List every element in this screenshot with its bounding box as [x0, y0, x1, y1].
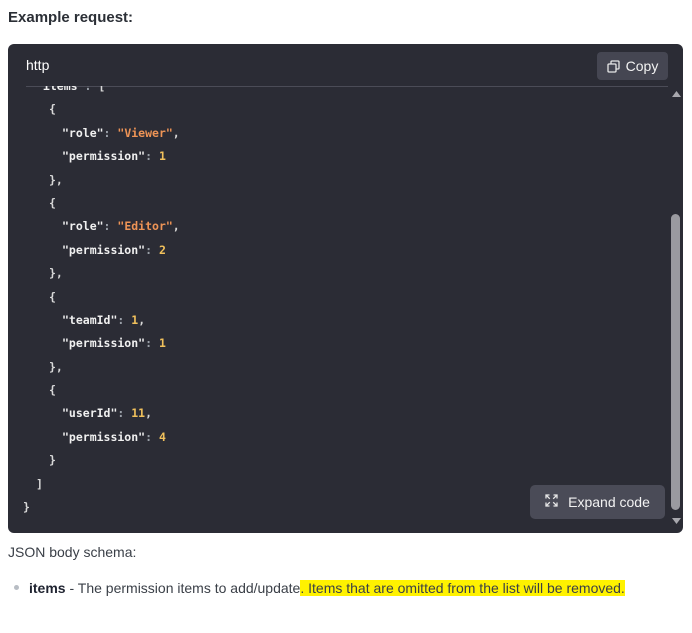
code-token: } — [23, 500, 30, 515]
list-bullet — [14, 585, 19, 590]
code-line: "userId": 11, — [8, 402, 180, 425]
code-line: "items": [ — [8, 86, 180, 98]
code-token: : — [117, 406, 132, 421]
code-token: }, — [49, 266, 63, 281]
code-token: } — [49, 453, 56, 468]
code-token: : — [103, 125, 118, 140]
code-line: "teamId": 1, — [8, 309, 180, 332]
code-line: }, — [8, 169, 180, 192]
code-token: : — [145, 336, 159, 351]
code-token: , — [172, 219, 180, 234]
code-line: { — [8, 379, 180, 402]
code-token: [ — [98, 86, 106, 93]
code-token: "items" — [36, 86, 85, 93]
code-token: { — [49, 289, 56, 304]
code-token: : — [117, 312, 132, 327]
expand-icon — [545, 494, 558, 510]
code-token: "permission" — [62, 429, 146, 444]
code-line: }, — [8, 262, 180, 285]
code-token: 11 — [131, 406, 146, 421]
schema-item-description: The permission items to add/update — [77, 580, 301, 596]
scrollbar-thumb[interactable] — [671, 214, 680, 510]
code-line: }, — [8, 356, 180, 379]
code-token: : — [145, 429, 159, 444]
code-token: 2 — [158, 242, 166, 257]
highlighted-text: . Items that are omitted from the list w… — [300, 580, 625, 596]
code-token: 1 — [158, 149, 166, 164]
code-scroll-area[interactable]: "items": [{"role": "Viewer", "permission"… — [8, 86, 668, 533]
expand-code-button[interactable]: Expand code — [530, 485, 665, 519]
chevron-down-icon — [671, 518, 681, 524]
code-token: { — [49, 383, 56, 398]
code-token: "permission" — [62, 149, 146, 164]
code-content: "items": [{"role": "Viewer", "permission"… — [8, 86, 180, 519]
schema-item-name: items — [29, 580, 66, 596]
copy-icon — [607, 59, 620, 73]
code-line: { — [8, 192, 180, 215]
code-token: : — [84, 86, 99, 93]
code-token: 1 — [158, 336, 166, 351]
chevron-up-icon — [671, 91, 681, 97]
code-line: "permission": 4 — [8, 426, 180, 449]
code-token: 4 — [158, 429, 166, 444]
code-token: }, — [49, 359, 63, 374]
expand-code-label: Expand code — [568, 494, 650, 510]
code-line: "role": "Viewer", — [8, 122, 180, 145]
code-token: { — [49, 102, 56, 117]
code-block: http Copy "items": [{"role": "Viewer", "p… — [8, 44, 683, 533]
json-body-schema-label: JSON body schema: — [8, 544, 137, 560]
code-token: "Viewer" — [117, 125, 173, 140]
code-token: ] — [36, 476, 43, 491]
code-token: "userId" — [62, 406, 118, 421]
code-line: { — [8, 286, 180, 309]
code-token: : — [145, 149, 159, 164]
code-line: { — [8, 98, 180, 121]
code-token: "permission" — [62, 336, 146, 351]
code-token: "teamId" — [62, 312, 118, 327]
code-token: , — [145, 406, 153, 421]
code-token: { — [49, 195, 56, 210]
copy-button-label: Copy — [625, 58, 659, 74]
code-token: "permission" — [62, 242, 146, 257]
code-token: , — [138, 312, 146, 327]
code-line: } — [8, 449, 180, 472]
copy-button[interactable]: Copy — [597, 52, 668, 80]
code-token: : — [145, 242, 159, 257]
scroll-down-button[interactable] — [669, 514, 683, 528]
code-line: "permission": 1 — [8, 332, 180, 355]
code-line: ] — [8, 473, 180, 496]
code-line: "permission": 1 — [8, 145, 180, 168]
code-token: "role" — [62, 219, 104, 234]
code-token: "Editor" — [117, 219, 173, 234]
example-request-heading: Example request: — [8, 9, 134, 26]
code-token: : — [103, 219, 118, 234]
code-line: "role": "Editor", — [8, 215, 180, 238]
code-language-label: http — [26, 57, 50, 73]
code-token: , — [172, 125, 180, 140]
schema-item-items: items - The permission items to add/upda… — [29, 577, 629, 599]
scroll-up-button[interactable] — [669, 87, 683, 101]
code-token: }, — [49, 172, 63, 187]
code-token: "role" — [62, 125, 104, 140]
schema-item-separator: - — [65, 580, 78, 596]
code-line: } — [8, 496, 180, 519]
code-line: "permission": 2 — [8, 239, 180, 262]
